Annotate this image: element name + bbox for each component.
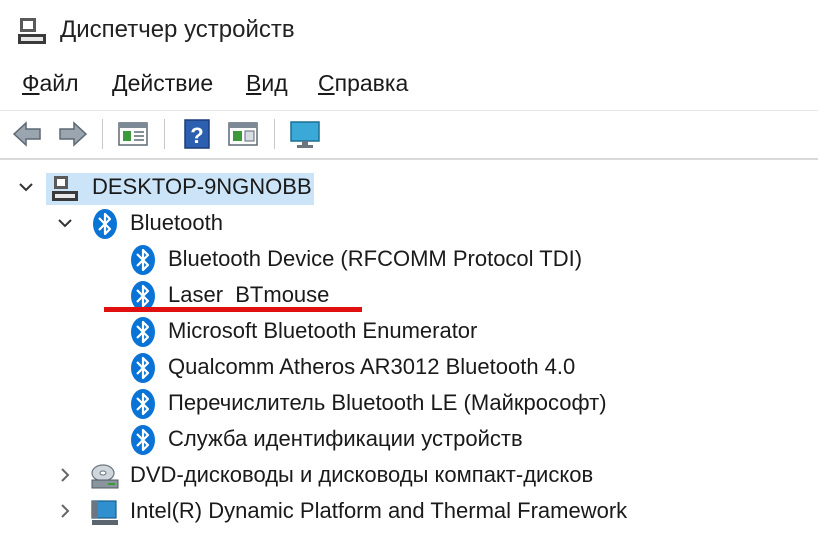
properties-icon[interactable] [116,118,150,150]
show-hide-icon[interactable] [226,118,260,150]
bluetooth-icon [131,317,155,347]
tree-item-device[interactable]: Microsoft Bluetooth Enumerator [0,315,818,349]
svg-text:?: ? [190,123,203,148]
toolbar-separator [274,119,275,149]
menu-view-accel: В [246,70,262,96]
tree-item-device-label: Qualcomm Atheros AR3012 Bluetooth 4.0 [168,354,576,379]
tree-item-device[interactable]: Перечислитель Bluetooth LE (Майкрософт) [0,387,818,421]
back-icon[interactable] [10,118,44,150]
system-device-icon [91,500,118,525]
computer-icon [52,176,78,201]
menu-action-accel: Д [112,70,128,96]
menu-view-label: ид [261,70,288,96]
window-title: Диспетчер устройств [60,16,295,43]
chevron-down-icon[interactable] [55,213,75,233]
annotation-underline [104,307,362,312]
bluetooth-icon [131,425,155,455]
menu-help-label: правка [334,70,409,96]
toolbar: ? [0,110,818,157]
toolbar-divider [0,158,818,160]
tree-item-device-label: Служба идентификации устройств [168,426,523,451]
tree-node-bluetooth-label: Bluetooth [130,210,223,235]
forward-icon[interactable] [56,118,90,150]
toolbar-separator [164,119,165,149]
bluetooth-icon [131,353,155,383]
menu-file-accel: Ф [22,70,40,96]
dvd-drive-icon [91,464,119,489]
menu-action-label: ействие [127,70,214,96]
chevron-right-icon[interactable] [55,501,75,521]
menu-file-label: айл [39,70,79,96]
tree-node-intel[interactable]: Intel(R) Dynamic Platform and Thermal Fr… [0,495,818,529]
tree-item-device[interactable]: Qualcomm Atheros AR3012 Bluetooth 4.0 [0,351,818,385]
tree-item-device-label: Microsoft Bluetooth Enumerator [168,318,478,343]
tree-item-device-label: Bluetooth Device (RFCOMM Protocol TDI) [168,246,583,271]
tree-node-dvd[interactable]: DVD-дисководы и дисководы компакт-дисков [0,459,818,493]
menu-action[interactable]: Действие [112,70,213,97]
tree-node-root-label: DESKTOP-9NGNOBB [92,174,312,199]
bluetooth-icon [131,245,155,275]
bluetooth-icon [93,209,117,239]
monitor-icon[interactable] [288,118,322,150]
device-manager-icon [18,18,46,44]
tree-item-device-label: Перечислитель Bluetooth LE (Майкрософт) [168,390,607,415]
tree-item-device[interactable]: Служба идентификации устройств [0,423,818,457]
tree-node-bluetooth[interactable]: Bluetooth [0,207,818,241]
toolbar-separator [102,119,103,149]
menu-help-accel: С [318,70,335,96]
tree-item-device[interactable]: Bluetooth Device (RFCOMM Protocol TDI) [0,243,818,277]
chevron-right-icon[interactable] [55,465,75,485]
tree-node-intel-label: Intel(R) Dynamic Platform and Thermal Fr… [130,498,628,523]
bluetooth-icon [131,389,155,419]
menu-view[interactable]: Вид [246,70,288,97]
tree-node-root[interactable]: DESKTOP-9NGNOBB [0,171,818,205]
tree-item-device-label: Laser BTmouse [168,282,330,307]
title-bar: Диспетчер устройств [0,0,818,62]
menu-help[interactable]: Справка [318,70,408,97]
chevron-down-icon[interactable] [16,177,36,197]
menu-file[interactable]: Файл [22,70,79,97]
tree-node-dvd-label: DVD-дисководы и дисководы компакт-дисков [130,462,594,487]
menu-bar: Файл Действие Вид Справка [0,64,818,106]
help-icon[interactable]: ? [180,118,214,150]
